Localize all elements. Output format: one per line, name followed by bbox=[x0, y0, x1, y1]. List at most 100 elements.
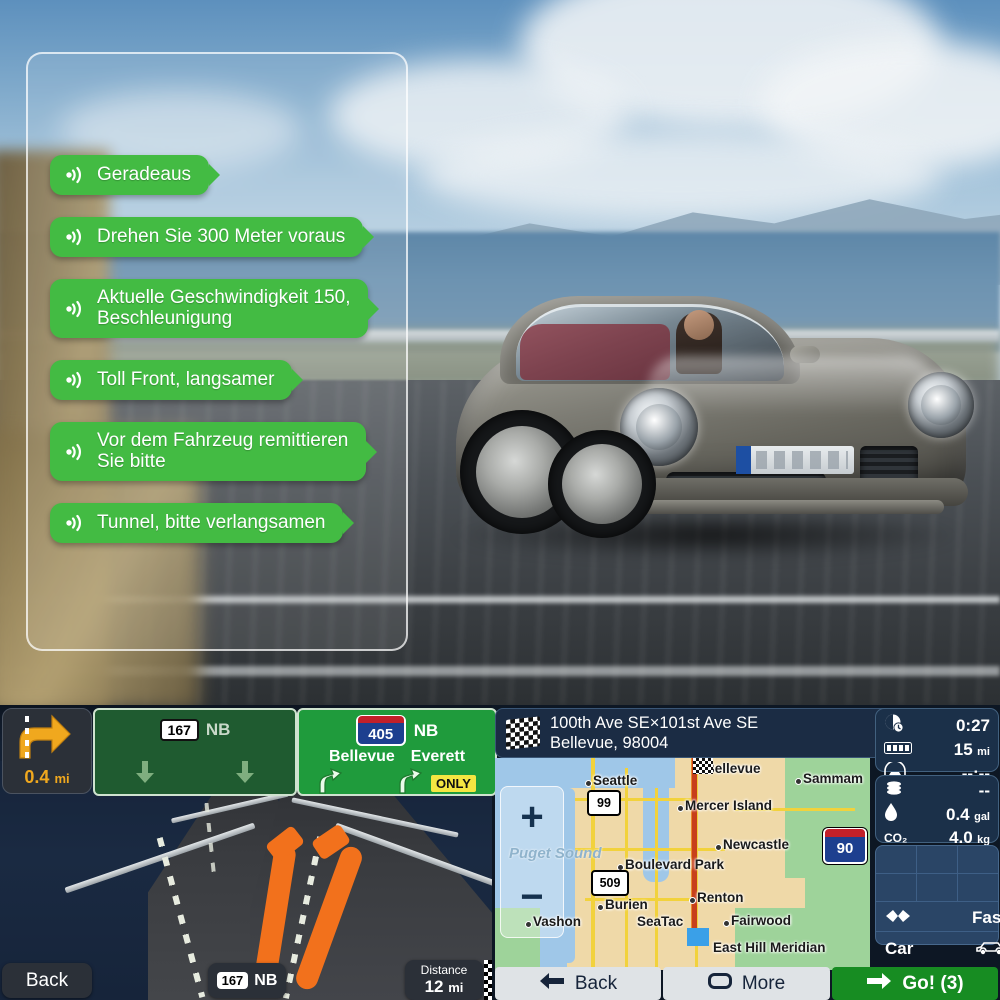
map-place-label: Sammam bbox=[803, 771, 864, 786]
distance-label: Distance bbox=[420, 963, 468, 977]
voice-bubble-text: Drehen Sie 300 Meter voraus bbox=[97, 225, 346, 247]
driver-head bbox=[684, 310, 714, 340]
more-button[interactable]: More bbox=[663, 967, 830, 1000]
maneuver-distance: 0.4 mi bbox=[3, 767, 91, 788]
map-place-label: Seattle bbox=[593, 773, 638, 788]
headlight-right bbox=[908, 372, 974, 438]
map-shield-509: 509 bbox=[591, 870, 629, 896]
destination-line2: Bellevue, 98004 bbox=[550, 734, 669, 752]
voice-bubble-text: Vor dem Fahrzeug remittieren Sie bitte bbox=[97, 430, 349, 472]
destination-bar[interactable]: 100th Ave SE×101st Ave SE Bellevue, 9800… bbox=[495, 708, 892, 758]
car-icon bbox=[975, 939, 1000, 960]
back-button[interactable]: Back bbox=[495, 967, 661, 1000]
go-label: Go! (3) bbox=[902, 972, 964, 994]
back-label-3d: Back bbox=[25, 969, 69, 991]
back-arrow-icon bbox=[539, 972, 565, 996]
voice-bubble[interactable]: Toll Front, langsamer bbox=[50, 360, 293, 401]
hero-photo: Geradeaus Drehen Sie 300 Meter voraus Ak… bbox=[0, 0, 1000, 705]
fuel-value: 0.4 bbox=[946, 804, 970, 824]
back-button-3d[interactable]: Back bbox=[2, 963, 92, 998]
speaker-icon bbox=[64, 369, 86, 391]
map-place-label: Fairwood bbox=[731, 913, 791, 928]
zoom-out-button[interactable]: − bbox=[512, 877, 552, 919]
nav-app-screenshot: Geradeaus Drehen Sie 300 Meter voraus Ak… bbox=[0, 0, 1000, 1000]
speaker-icon bbox=[64, 164, 86, 186]
distance-value: 12 bbox=[424, 977, 444, 996]
checkered-flag-icon bbox=[506, 716, 540, 750]
license-plate bbox=[736, 446, 854, 474]
overview-map[interactable]: + − Puget Sound Seattle Bellevue Sammam … bbox=[495, 758, 870, 970]
fuel-droplet-icon bbox=[884, 803, 898, 826]
interstate-shield-405: 405 bbox=[355, 715, 406, 746]
lane-arrow-down bbox=[131, 757, 159, 790]
maneuver-box: 0.4 mi bbox=[2, 708, 92, 794]
distance-readout: Distance 12 mi bbox=[405, 960, 483, 1000]
route-type-row[interactable]: Fast bbox=[875, 903, 1000, 933]
car-interior bbox=[520, 324, 670, 380]
road-direction: NB bbox=[254, 971, 278, 989]
voice-bubble-text: Toll Front, langsamer bbox=[97, 368, 275, 390]
route-type-icon bbox=[885, 908, 911, 929]
speaker-icon bbox=[64, 441, 86, 463]
voice-bubble[interactable]: Drehen Sie 300 Meter voraus bbox=[50, 217, 364, 257]
remaining-distance-unit: mi bbox=[977, 746, 990, 758]
map-place-label: Vashon bbox=[533, 914, 582, 929]
speaker-icon bbox=[64, 226, 86, 248]
back-label: Back bbox=[574, 972, 618, 994]
distance-bar-icon bbox=[884, 741, 912, 759]
lane-sign-exit[interactable]: 405 NB Bellevue Everett ONLY bbox=[297, 708, 497, 796]
destination-text: 100th Ave SE×101st Ave SE Bellevue, 9800… bbox=[550, 713, 758, 753]
zoom-in-button[interactable]: + bbox=[512, 797, 552, 839]
voice-bubble-list: Geradeaus Drehen Sie 300 Meter voraus Ak… bbox=[50, 155, 395, 565]
eta-value: 0:27 bbox=[955, 715, 990, 735]
map-place-label: Bellevue bbox=[705, 761, 761, 776]
water-label: Puget Sound bbox=[509, 845, 602, 862]
vehicle-row[interactable]: Car bbox=[875, 933, 1000, 965]
more-icon bbox=[707, 972, 732, 996]
exit-direction: NB bbox=[413, 720, 439, 740]
destination-flag-map bbox=[693, 758, 713, 774]
globe-clock-icon bbox=[884, 713, 904, 738]
exit-destination: Bellevue bbox=[328, 748, 395, 765]
wheel-front bbox=[548, 430, 656, 538]
voice-bubble[interactable]: Aktuelle Geschwindigkeit 150, Beschleuni… bbox=[50, 279, 369, 339]
start-flag-map bbox=[687, 928, 709, 946]
lane-dashed-line bbox=[25, 716, 29, 760]
route-type-label: Fast bbox=[972, 908, 1000, 927]
lane-arrow-up-right bbox=[393, 767, 423, 800]
interstate-shield-number: 405 bbox=[368, 726, 394, 743]
coins-icon bbox=[884, 780, 904, 801]
voice-bubble[interactable]: Tunnel, bitte verlangsamen bbox=[50, 503, 344, 544]
speaker-icon bbox=[64, 512, 86, 534]
go-arrow-icon bbox=[866, 972, 892, 996]
front-lip bbox=[608, 500, 944, 514]
exit-destination: Everett bbox=[410, 748, 466, 765]
co2-label: CO₂ bbox=[884, 831, 908, 845]
road-shield-167: 167 bbox=[216, 972, 249, 989]
more-label: More bbox=[741, 972, 786, 994]
voice-bubble[interactable]: Geradeaus bbox=[50, 155, 210, 195]
map-shield-99: 99 bbox=[587, 790, 621, 816]
lane-shield-167: 167 bbox=[159, 719, 199, 741]
lane-direction: NB bbox=[205, 720, 231, 739]
voice-bubble[interactable]: Vor dem Fahrzeug remittieren Sie bitte bbox=[50, 422, 367, 482]
map-place-label: East Hill Meridian bbox=[713, 940, 826, 955]
current-road-badge: 167 NB bbox=[208, 963, 286, 998]
map-shield-i90: 90 bbox=[823, 828, 867, 864]
lane-arrow-down bbox=[231, 757, 259, 790]
toll-cost: -- bbox=[978, 780, 990, 800]
maneuver-distance-value: 0.4 bbox=[24, 767, 50, 787]
navigation-ui: Back 167 NB Distance 12 mi 0.4 mi 167 NB… bbox=[0, 705, 1000, 1000]
vehicle-label: Car bbox=[885, 939, 914, 958]
checkered-flag-strip bbox=[484, 960, 492, 1000]
go-button[interactable]: Go! (3) bbox=[832, 967, 998, 1000]
voice-bubble-text: Aktuelle Geschwindigkeit 150, Beschleuni… bbox=[97, 287, 351, 329]
distance-unit: mi bbox=[448, 980, 464, 995]
map-place-label: Renton bbox=[697, 890, 744, 905]
voice-bubble-text: Geradeaus bbox=[97, 163, 192, 185]
maneuver-distance-unit: mi bbox=[54, 771, 70, 786]
lane-sign-current[interactable]: 167 NB bbox=[93, 708, 297, 796]
destination-line1: 100th Ave SE×101st Ave SE bbox=[550, 713, 759, 732]
lane-arrow-up-right bbox=[313, 767, 343, 800]
map-place-label: Mercer Island bbox=[685, 798, 773, 813]
